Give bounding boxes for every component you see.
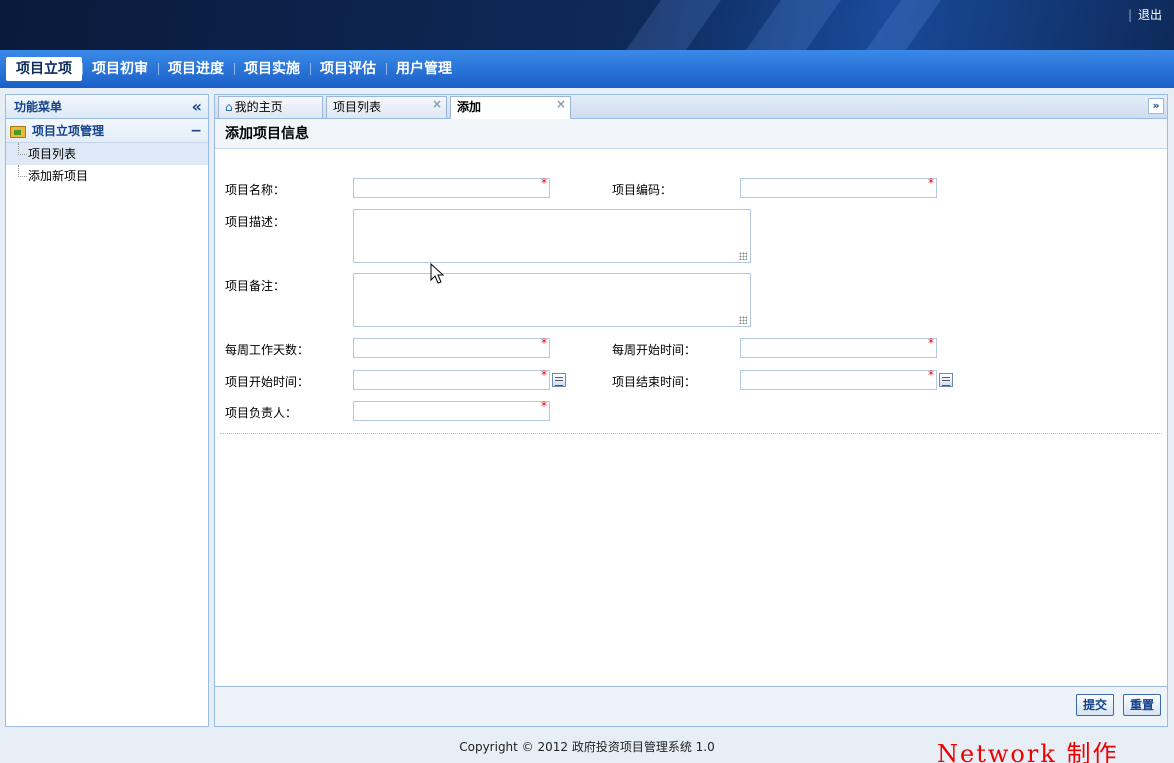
main-nav: 项目立项 项目初审 项目进度 项目实施 项目评估 用户管理 — [0, 50, 1174, 88]
workdays-input[interactable] — [353, 338, 550, 358]
logout-link[interactable]: 退出 — [1138, 8, 1162, 22]
reset-button[interactable]: 重置 — [1122, 694, 1161, 716]
project-desc-textarea[interactable] — [353, 209, 751, 263]
nav-item-progress[interactable]: 项目进度 — [158, 57, 234, 81]
sidebar: 功能菜单 « 项目立项管理 − 项目列表 添加新项目 — [5, 94, 209, 727]
header-decoration — [844, 0, 956, 50]
header-decoration — [604, 0, 736, 50]
project-remark-textarea[interactable] — [353, 273, 751, 327]
sidebar-header: 功能菜单 « — [6, 95, 208, 119]
main-panel: ⌂ 我的主页 项目列表 × 添加 × » 添加项目信息 项目名称： * 项目编码：… — [214, 94, 1168, 727]
close-icon[interactable]: × — [432, 94, 442, 114]
tab-menu-icon[interactable]: » — [1148, 98, 1164, 114]
sidebar-group-label: 项目立项管理 — [32, 124, 105, 138]
submit-button[interactable]: 提交 — [1075, 694, 1114, 716]
owner-label: 项目负责人： — [225, 406, 298, 420]
week-start-input[interactable] — [740, 338, 937, 358]
end-time-label: 项目结束时间： — [612, 375, 697, 389]
form-action-bar: 提交 重置 — [215, 686, 1167, 726]
app-header: | 退出 — [0, 0, 1174, 50]
header-decoration — [724, 0, 856, 50]
nav-item-initial-review[interactable]: 项目初审 — [82, 57, 158, 81]
nav-item-project-setup[interactable]: 项目立项 — [6, 57, 82, 81]
folder-icon — [10, 124, 26, 138]
sidebar-title: 功能菜单 — [14, 100, 63, 114]
workdays-label: 每周工作天数： — [225, 343, 310, 357]
project-name-input[interactable] — [353, 178, 550, 198]
calendar-icon[interactable] — [939, 373, 953, 387]
resize-grip-icon[interactable] — [739, 316, 747, 324]
tab-label: 我的主页 — [234, 100, 283, 114]
form-body: 项目名称： * 项目编码： * 项目描述： 项目备注： 每周工作天数： * 每周… — [215, 151, 1167, 686]
watermark: Network 制作 — [937, 740, 1119, 763]
project-name-label: 项目名称： — [225, 183, 286, 197]
calendar-icon[interactable] — [552, 373, 566, 387]
project-desc-label: 项目描述： — [225, 215, 286, 229]
nav-item-evaluation[interactable]: 项目评估 — [310, 57, 386, 81]
sidebar-item-add-project[interactable]: 添加新项目 — [6, 165, 208, 187]
nav-item-user-management[interactable]: 用户管理 — [386, 57, 462, 81]
end-time-input[interactable] — [740, 370, 937, 390]
tab-project-list[interactable]: 项目列表 × — [326, 96, 447, 118]
logout-area: | 退出 — [1128, 6, 1162, 23]
tab-strip: ⌂ 我的主页 项目列表 × 添加 × » — [215, 95, 1167, 119]
form-divider — [220, 433, 1162, 434]
tab-label: 添加 — [457, 100, 482, 114]
nav-item-implementation[interactable]: 项目实施 — [234, 57, 310, 81]
minus-icon[interactable]: − — [190, 123, 202, 139]
home-icon: ⌂ — [225, 100, 233, 114]
collapse-icon[interactable]: « — [192, 97, 202, 116]
sidebar-item-project-list[interactable]: 项目列表 — [6, 143, 208, 165]
tab-add[interactable]: 添加 × — [450, 96, 571, 119]
logout-separator: | — [1127, 8, 1132, 22]
project-code-input[interactable] — [740, 178, 937, 198]
mouse-cursor-icon — [430, 263, 445, 284]
close-icon[interactable]: × — [556, 94, 566, 114]
sidebar-group-project-setup[interactable]: 项目立项管理 − — [6, 119, 208, 143]
owner-input[interactable] — [353, 401, 550, 421]
tab-home[interactable]: ⌂ 我的主页 — [218, 96, 323, 118]
start-time-label: 项目开始时间： — [225, 375, 310, 389]
start-time-input[interactable] — [353, 370, 550, 390]
form-title: 添加项目信息 — [215, 119, 1167, 149]
resize-grip-icon[interactable] — [739, 252, 747, 260]
project-remark-label: 项目备注： — [225, 279, 286, 293]
tab-label: 项目列表 — [333, 100, 382, 114]
project-code-label: 项目编码： — [612, 183, 673, 197]
week-start-label: 每周开始时间： — [612, 343, 697, 357]
